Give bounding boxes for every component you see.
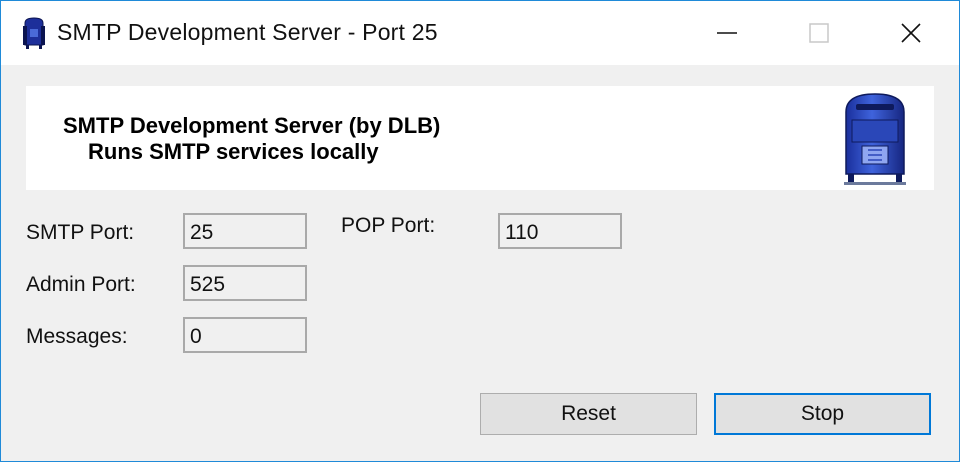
minimize-button[interactable] — [681, 1, 773, 65]
banner-title: SMTP Development Server (by DLB) — [63, 113, 441, 138]
admin-port-field[interactable]: 525 — [183, 265, 307, 301]
messages-label: Messages: — [26, 325, 128, 348]
title-bar[interactable]: SMTP Development Server - Port 25 — [1, 1, 959, 65]
banner-subtitle: Runs SMTP services locally — [88, 139, 379, 164]
minimize-icon — [717, 32, 737, 34]
header-banner: SMTP Development Server (by DLB) Runs SM… — [26, 86, 934, 190]
maximize-icon — [809, 23, 829, 43]
admin-port-label: Admin Port: — [26, 273, 136, 296]
smtp-port-label: SMTP Port: — [26, 221, 135, 244]
reset-button[interactable]: Reset — [480, 393, 697, 435]
app-icon — [23, 17, 45, 49]
mailbox-icon — [844, 93, 906, 185]
smtp-port-field[interactable]: 25 — [183, 213, 307, 249]
close-icon — [901, 23, 921, 43]
close-button[interactable] — [865, 1, 957, 65]
messages-count-field[interactable]: 0 — [183, 317, 307, 353]
stop-button[interactable]: Stop — [714, 393, 931, 435]
maximize-button[interactable] — [773, 1, 865, 65]
app-window: SMTP Development Server - Port 25 SMTP D… — [0, 0, 960, 462]
window-title: SMTP Development Server - Port 25 — [57, 19, 438, 45]
pop-port-label: POP Port: — [341, 214, 436, 237]
pop-port-field[interactable]: 110 — [498, 213, 622, 249]
